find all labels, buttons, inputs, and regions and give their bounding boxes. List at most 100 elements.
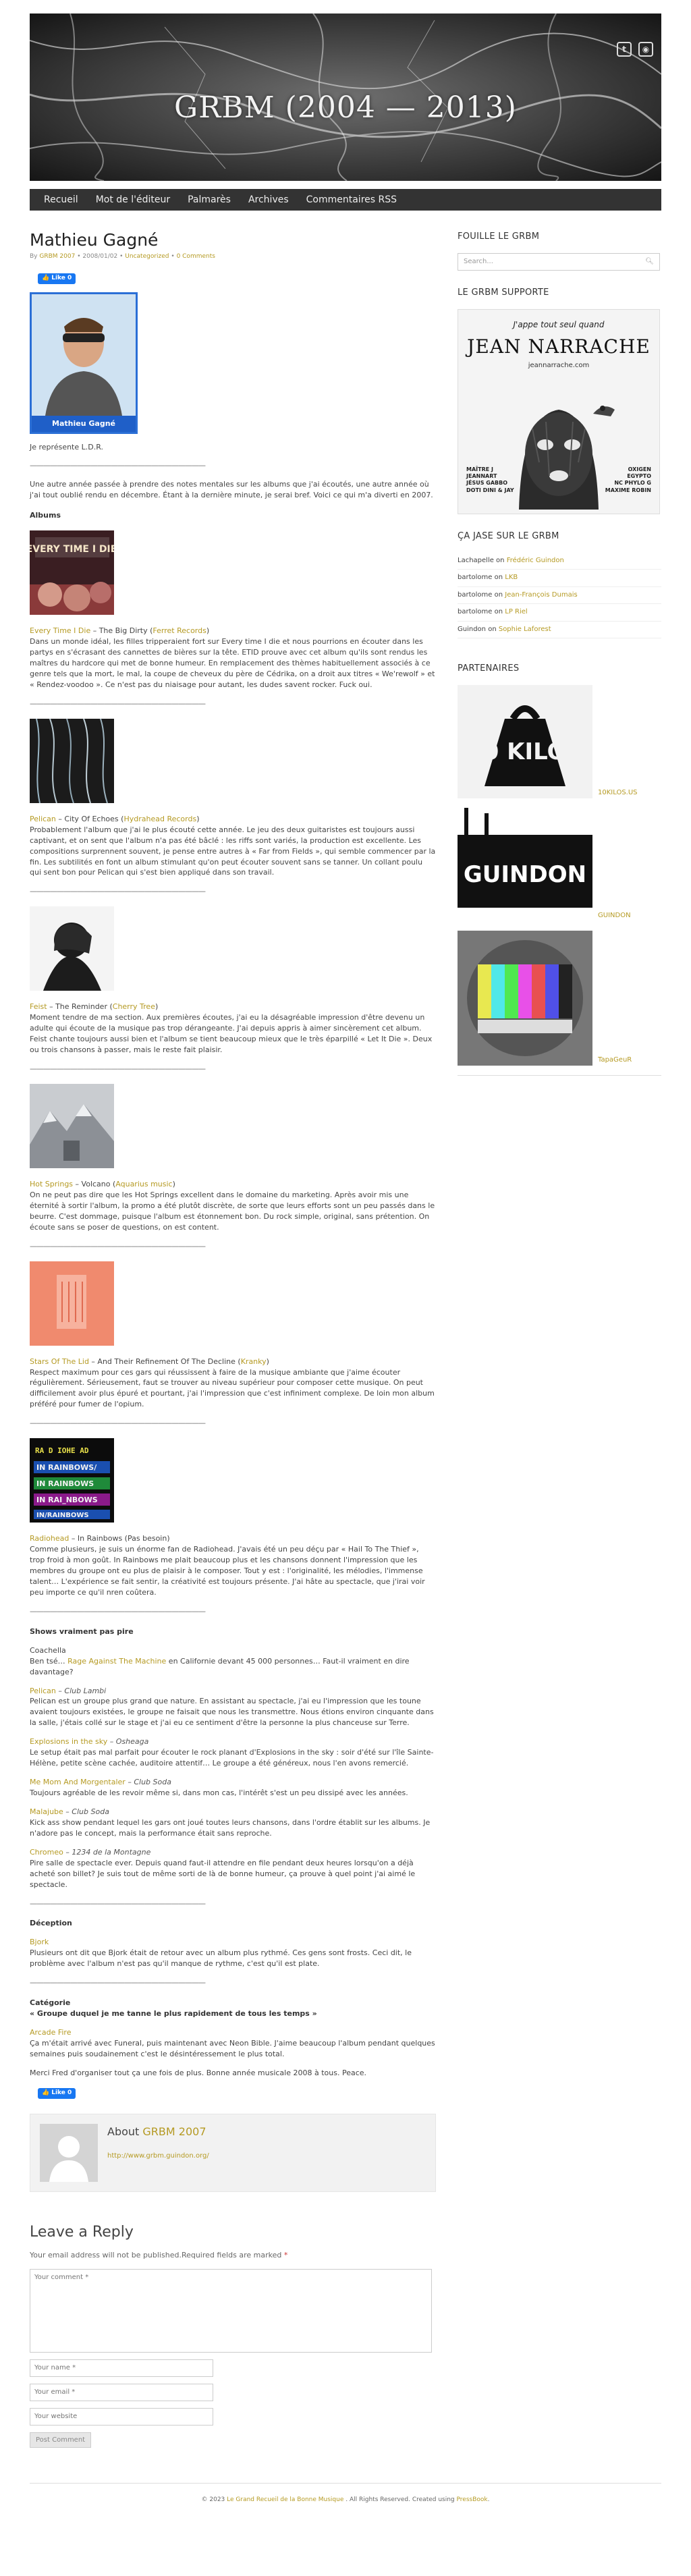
footer-theme-link[interactable]: PressBook [457, 2496, 488, 2503]
search-input[interactable]: Search... 🔍︎ [458, 252, 660, 271]
post-category-link[interactable]: Uncategorized [125, 253, 169, 260]
post-closing: Merci Fred d'organiser tout ça une fois … [30, 2068, 367, 2077]
album-review: Respect maximum pour ces gars qui réussi… [30, 1367, 435, 1409]
comment-textarea[interactable] [30, 2268, 432, 2353]
separator: —————————————————————————— [30, 461, 206, 470]
album-line: Pelican – City Of Echoes (Hydrahead Reco… [30, 814, 200, 823]
svg-text:EVERY TIME I DIE: EVERY TIME I DIE [30, 544, 114, 555]
rss-icon[interactable]: ◉ [638, 42, 653, 57]
post-opening: Une autre année passée à prendre des not… [30, 480, 433, 500]
recent-comment-post-link[interactable]: LKB [505, 574, 518, 581]
recent-comment-post-link[interactable]: Frédéric Guindon [507, 557, 564, 564]
weight-logo[interactable]: 10 KILOS [458, 684, 592, 798]
recent-comments-widget: Ça jase sur le GRBM Lachapelle on Frédér… [458, 530, 661, 639]
nav-item-mot-editeur[interactable]: Mot de l'éditeur [87, 189, 179, 211]
post-content: Mathieu Gagné By GRBM 2007 • 2008/01/02 … [30, 231, 436, 2448]
album-artist-link[interactable]: Every Time I Die [30, 626, 90, 635]
jean-narrache-poster[interactable]: J'appe tout seul quand JEAN NARRACHE jea… [458, 308, 660, 514]
album-line: Radiohead – In Rainbows (Pas besoin) [30, 1534, 170, 1543]
name-field[interactable] [30, 2359, 213, 2377]
show-band-link[interactable]: Pelican [30, 1687, 56, 1695]
site-banner: GRBM (2004 — 2013) t ◉ [30, 13, 661, 181]
facebook-like-button[interactable]: 👍 Like 0 [38, 2087, 76, 2099]
widget-title: Ça jase sur le GRBM [458, 530, 559, 541]
user-icon [40, 2123, 98, 2182]
separator: —————————————————————————— [30, 1898, 206, 1908]
album-label-link[interactable]: Cherry Tree [113, 1002, 155, 1011]
search-icon[interactable]: 🔍︎ [645, 257, 654, 267]
album-label-link[interactable]: Aquarius music [115, 1180, 172, 1188]
twitter-icon[interactable]: t [617, 42, 632, 57]
album-label-link[interactable]: Ferret Records [153, 626, 206, 635]
album-artist-link[interactable]: Radiohead [30, 1534, 69, 1543]
site-title[interactable]: GRBM (2004 — 2013) [30, 86, 661, 130]
deception-band-link[interactable]: Bjork [30, 1938, 49, 1946]
album-artist-link[interactable]: Stars Of The Lid [30, 1357, 89, 1366]
album-artist-link[interactable]: Feist [30, 1002, 47, 1011]
recent-comment-post-link[interactable]: LP Riel [505, 608, 527, 615]
guindon-logo[interactable]: GUINDON [458, 807, 592, 921]
category-entry: Arcade Fire Ça m'était arrivé avec Funer… [30, 2028, 435, 2058]
thumbs-up-icon: 👍 [42, 275, 50, 282]
album-review: On ne peut pas dire que les Hot Springs … [30, 1190, 435, 1232]
nav-item-palmares[interactable]: Palmarès [179, 189, 240, 211]
nav-item-recueil[interactable]: Recueil [35, 189, 87, 211]
album-cover [30, 718, 114, 803]
deception-entry: Bjork Plusieurs ont dit que Bjork était … [30, 1938, 412, 1969]
website-field[interactable] [30, 2407, 213, 2426]
album-cover [30, 1261, 114, 1346]
album-cover [30, 906, 114, 991]
partner-link[interactable]: TapaGeuR [598, 1056, 632, 1066]
widget-title: Le GRBM supporte [458, 287, 549, 298]
recent-comment: bartolome on LP Riel [458, 604, 661, 622]
poster-lineup-right: OXIGEN EGYPTO NC PHYLO G MAXIME ROBIN [605, 466, 651, 493]
album-review: Moment tendre de ma section. Aux premièr… [30, 1013, 433, 1055]
nav-item-commentaires-rss[interactable]: Commentaires RSS [298, 189, 406, 211]
show-band-link[interactable]: Me Mom And Morgentaler [30, 1778, 126, 1786]
author-photo-caption: Mathieu Gagné [32, 415, 136, 432]
author-name-link[interactable]: GRBM 2007 [142, 2125, 206, 2138]
avatar [40, 2123, 98, 2182]
show-entry: Explosions in the sky – Osheaga Le setup… [30, 1737, 434, 1768]
album-cover [30, 1083, 114, 1168]
recent-comment-post-link[interactable]: Sophie Laforest [499, 626, 551, 633]
nav-item-archives[interactable]: Archives [240, 189, 298, 211]
author-website-link[interactable]: http://www.grbm.guindon.org/ [107, 2152, 209, 2162]
show-band-link[interactable]: Explosions in the sky [30, 1737, 107, 1746]
post-author-link[interactable]: GRBM 2007 [39, 253, 75, 260]
deception-heading: Déception [30, 1919, 72, 1928]
footer-site-link[interactable]: Le Grand Recueil de la Bonne Musique [227, 2496, 343, 2503]
show-band-link[interactable]: Malajube [30, 1807, 63, 1816]
search-widget: Fouille le GRBM Search... 🔍︎ [458, 231, 661, 271]
album-cover: EVERY TIME I DIE [30, 530, 114, 615]
show-entry: Chromeo – 1234 de la Montagne Pire salle… [30, 1847, 416, 1889]
separator: —————————————————————————— [30, 1241, 206, 1251]
thumbs-up-icon: 👍 [42, 2089, 50, 2097]
album-label-link[interactable]: Kranky [241, 1357, 267, 1366]
category-band-link[interactable]: Arcade Fire [30, 2028, 71, 2037]
show-band-link[interactable]: Chromeo [30, 1848, 63, 1857]
reply-title: Leave a Reply [30, 2223, 134, 2241]
svg-text:IN RAINBOWS/: IN RAINBOWS/ [36, 1463, 97, 1472]
partner-link[interactable]: GUINDON [598, 911, 631, 921]
facebook-like-button[interactable]: 👍 Like 0 [38, 273, 76, 284]
partner-entry: GUINDON GUINDON [458, 807, 661, 921]
show-band-link[interactable]: Rage Against The Machine [67, 1657, 166, 1666]
email-field[interactable] [30, 2383, 213, 2401]
recent-comment: Guindon on Sophie Laforest [458, 622, 661, 639]
partners-widget: Partenaires 10 KILOS 10KILOS.US [458, 663, 661, 1076]
main-navigation: Recueil Mot de l'éditeur Palmarès Archiv… [30, 189, 661, 211]
album-artist-link[interactable]: Pelican [30, 815, 56, 823]
reply-note: Your email address will not be published… [30, 2250, 288, 2259]
album-cover: RA D IOHE AD IN RAINBOWS/ IN RAINBOWS IN… [30, 1438, 114, 1523]
album-label-link[interactable]: Hydrahead Records [123, 815, 196, 823]
recent-comment: bartolome on Jean-François Dumais [458, 587, 661, 605]
site-footer: © 2023 Le Grand Recueil de la Bonne Musi… [30, 2482, 661, 2514]
partner-entry: TapaGeuR [458, 930, 661, 1066]
recent-comment-post-link[interactable]: Jean-François Dumais [505, 591, 577, 599]
partner-link[interactable]: 10KILOS.US [598, 788, 638, 798]
album-artist-link[interactable]: Hot Springs [30, 1180, 73, 1188]
post-comment-button[interactable]: Post Comment [30, 2432, 92, 2448]
test-pattern-logo[interactable] [458, 930, 592, 1066]
post-comments-link[interactable]: 0 Comments [177, 253, 215, 260]
